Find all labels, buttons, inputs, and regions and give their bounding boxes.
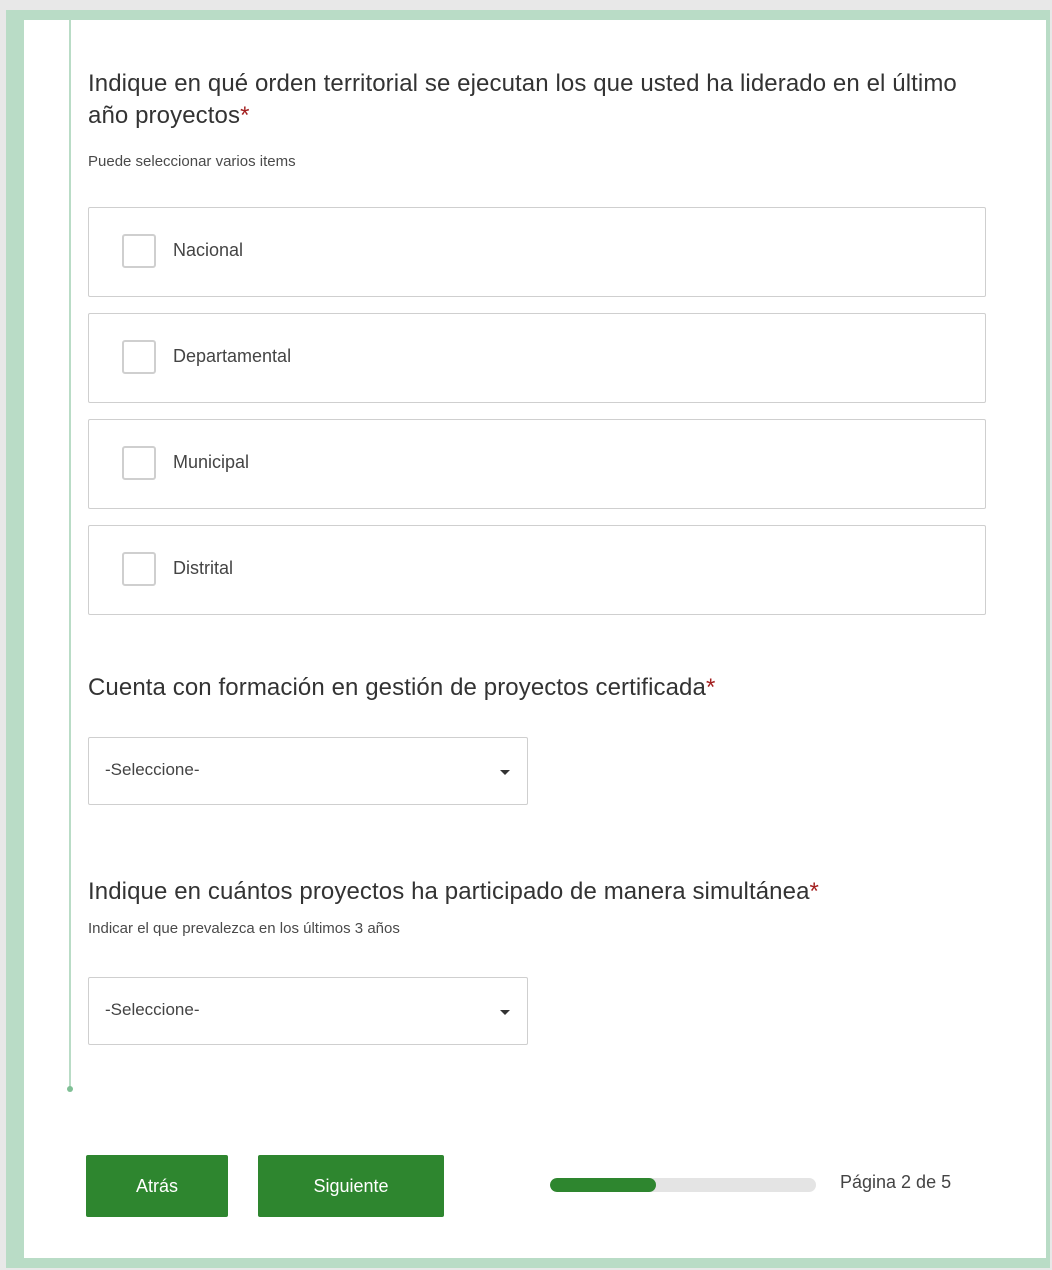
next-button[interactable]: Siguiente: [258, 1155, 444, 1217]
question-1-hint: Puede seleccionar varios items: [88, 153, 296, 170]
checkbox-empty-icon[interactable]: [122, 552, 156, 586]
progress-bar-fill: [550, 1178, 657, 1192]
form-frame: Indique en qué orden territorial se ejec…: [6, 10, 1050, 1268]
required-mark: *: [809, 878, 819, 905]
form-card: Indique en qué orden territorial se ejec…: [24, 20, 1046, 1258]
required-mark: *: [240, 102, 250, 129]
question-3-title: Indique en cuántos proyectos ha particip…: [88, 876, 988, 908]
checkbox-empty-icon[interactable]: [122, 340, 156, 374]
question-1-title: Indique en qué orden territorial se ejec…: [88, 68, 988, 132]
question-2-title-text: Cuenta con formación en gestión de proye…: [88, 674, 706, 701]
option-label: Municipal: [173, 452, 250, 472]
option-label: Departamental: [173, 346, 292, 366]
caret-down-icon: [500, 1010, 510, 1015]
simultaneous-projects-select[interactable]: -Seleccione-: [88, 977, 528, 1045]
option-distrital[interactable]: Distrital: [88, 525, 986, 615]
checkbox-empty-icon[interactable]: [122, 446, 156, 480]
caret-down-icon: [500, 770, 510, 775]
section-line: [69, 20, 71, 1090]
section-line-end: [67, 1086, 73, 1092]
option-municipal[interactable]: Municipal: [88, 419, 986, 509]
select-value: -Seleccione-: [105, 760, 200, 779]
question-3-title-text: Indique en cuántos proyectos ha particip…: [88, 878, 810, 905]
certification-select[interactable]: -Seleccione-: [88, 737, 528, 805]
back-button[interactable]: Atrás: [86, 1155, 228, 1217]
question-2-title: Cuenta con formación en gestión de proye…: [88, 672, 988, 704]
select-value: -Seleccione-: [105, 1000, 200, 1019]
option-label: Distrital: [173, 558, 234, 578]
progress-bar: [550, 1178, 816, 1192]
option-departamental[interactable]: Departamental: [88, 313, 986, 403]
question-3-hint: Indicar el que prevalezca en los últimos…: [88, 920, 400, 937]
checkbox-empty-icon[interactable]: [122, 234, 156, 268]
question-1-title-text: Indique en qué orden territorial se ejec…: [88, 70, 957, 129]
option-label: Nacional: [173, 240, 244, 260]
option-nacional[interactable]: Nacional: [88, 207, 986, 297]
page-indicator: Página 2 de 5: [840, 1172, 952, 1192]
required-mark: *: [705, 674, 716, 701]
